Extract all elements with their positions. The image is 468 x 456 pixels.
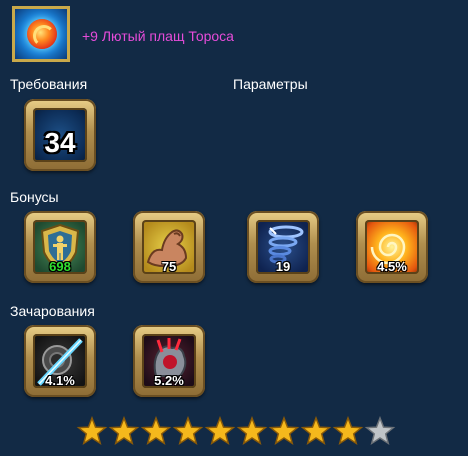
star-filled-icon <box>268 416 300 446</box>
parameters-label: Параметры <box>233 76 308 92</box>
item-header: +9 Лютый плащ Тороса <box>12 6 452 62</box>
star-filled-icon <box>332 416 364 446</box>
bonus-value: 75 <box>161 259 177 274</box>
bonuses-label: Бонусы <box>10 189 59 205</box>
star-empty-icon <box>364 416 396 446</box>
requirements-label: Требования <box>10 76 88 92</box>
orb-swirl <box>33 25 55 47</box>
bonus-value: 698 <box>49 259 71 274</box>
star-rating <box>76 416 396 448</box>
star-filled-icon <box>140 416 172 446</box>
enchant-value: 4.1% <box>45 373 75 388</box>
enchant-slot-1[interactable]: 4.1% <box>24 325 96 397</box>
bonus-slot-fire[interactable]: 4.5% <box>356 211 428 283</box>
star-filled-icon <box>108 416 140 446</box>
enchant-value: 5.2% <box>154 373 184 388</box>
requirement-slot-level[interactable]: 34 <box>24 99 96 171</box>
star-filled-icon <box>236 416 268 446</box>
bonus-slot-strength[interactable]: 75 <box>133 211 205 283</box>
enchant-slot-2[interactable]: 5.2% <box>133 325 205 397</box>
star-filled-icon <box>300 416 332 446</box>
bonus-value: 4.5% <box>377 259 407 274</box>
item-title: +9 Лютый плащ Тороса <box>82 28 234 44</box>
bonus-slot-defense[interactable]: 698 <box>24 211 96 283</box>
bonus-slot-agility[interactable]: 19 <box>247 211 319 283</box>
star-filled-icon <box>76 416 108 446</box>
required-level-value: 34 <box>44 127 76 158</box>
star-filled-icon <box>172 416 204 446</box>
star-filled-icon <box>204 416 236 446</box>
fire-orb-cloak-icon[interactable] <box>12 6 70 62</box>
enchantments-label: Зачарования <box>10 303 95 319</box>
bonus-value: 19 <box>275 259 291 274</box>
